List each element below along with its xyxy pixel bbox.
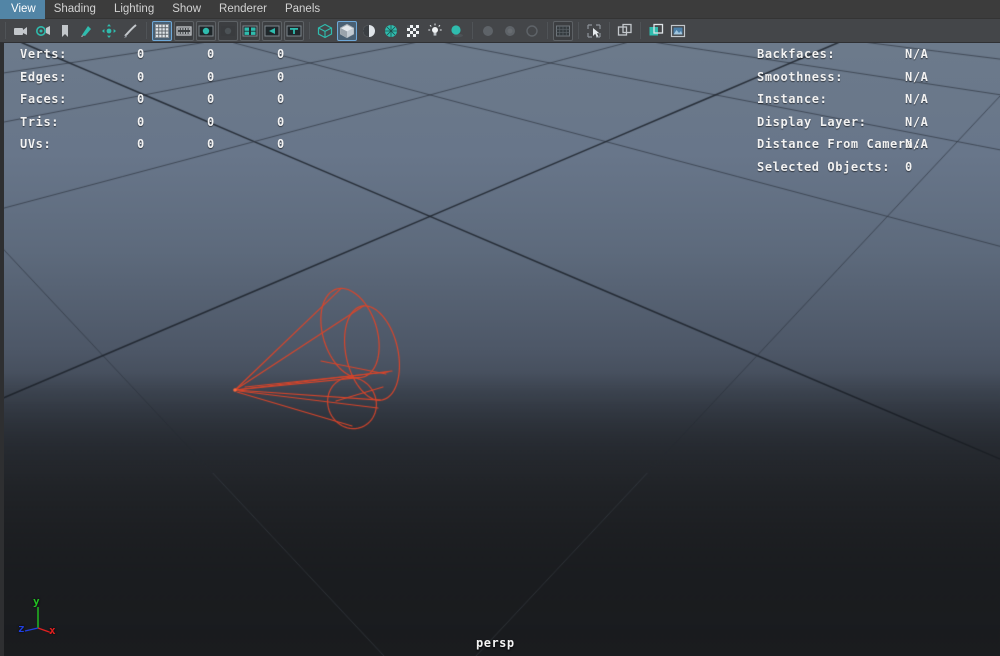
hud-left-value-c2: 0 [207, 92, 215, 106]
isolate-select-icon[interactable] [615, 21, 635, 41]
grid-toggle-icon[interactable] [152, 20, 172, 41]
toolbar-separator [608, 22, 611, 39]
hud-right-label: Instance: [757, 92, 828, 106]
multisample-icon[interactable] [500, 21, 520, 41]
hud-left-value-c1: 0 [137, 114, 145, 129]
shadows-toggle-icon[interactable] [447, 21, 467, 41]
bookmark-icon[interactable] [55, 21, 75, 41]
menu-item-shading[interactable]: Shading [45, 0, 105, 19]
shade-options-icon[interactable] [359, 21, 379, 41]
hud-left-value-c3: 0 [277, 92, 285, 106]
motion-blur-icon[interactable] [478, 21, 498, 41]
viewport-tool-bar [0, 19, 1000, 43]
toolbar-separator [577, 22, 580, 39]
x-ray-toggle-icon[interactable] [584, 21, 604, 41]
axis-gizmo-svg [24, 607, 53, 634]
hud-left-value-c3: 0 [277, 69, 285, 84]
smooth-shade-all-icon[interactable] [337, 20, 357, 41]
menu-item-show[interactable]: Show [163, 0, 210, 19]
oil-paint-icon[interactable] [121, 21, 141, 41]
hud-right-label: Distance From Camera: [757, 137, 922, 151]
menu-item-lighting[interactable]: Lighting [105, 0, 163, 19]
hud-right-value: N/A [905, 47, 929, 61]
hud-left-label: Faces: [20, 92, 67, 106]
hud-right-value: N/A [905, 69, 929, 84]
axis-label-y: y [33, 595, 40, 608]
camera-name-label: persp [476, 636, 515, 650]
two-d-pan-zoom-icon[interactable] [99, 21, 119, 41]
toolbar-separator [546, 22, 549, 39]
isolate-add-icon[interactable] [646, 21, 666, 41]
toolbar-separator [471, 22, 474, 39]
hud-left-value-c1: 0 [137, 69, 145, 84]
ambient-occlusion-icon[interactable] [522, 21, 542, 41]
hud-left-value-c1: 0 [137, 92, 145, 106]
hud-left-label: Tris: [20, 114, 60, 129]
hud-left-label: Edges: [20, 69, 67, 84]
hud-left-value-c3: 0 [277, 137, 285, 151]
axis-label-x: x [49, 624, 56, 637]
hud-right-label: Selected Objects: [757, 159, 891, 174]
hud-right-value: 0 [905, 159, 913, 174]
toolbar-separator [145, 22, 148, 39]
safe-action-icon[interactable] [262, 20, 282, 41]
texture-toggle-icon[interactable] [403, 21, 423, 41]
hud-right-label: Smoothness: [757, 69, 844, 84]
hud-right-value: N/A [905, 92, 929, 106]
hud-left-label: UVs: [20, 137, 52, 151]
toolbar-separator [308, 22, 311, 39]
look-through-camera-icon[interactable] [33, 21, 53, 41]
hud-right-value: N/A [905, 137, 929, 151]
hud-right-value: N/A [905, 114, 929, 129]
hud-left-value-c2: 0 [207, 114, 215, 129]
no-manipulator-icon[interactable] [668, 21, 688, 41]
perspective-viewport[interactable]: Verts: 0 0 0 Edges: 0 0 0 Faces: 0 0 0 Tris: 0 0 0 UVs: 0… [0, 43, 1000, 656]
film-gate-icon[interactable] [174, 20, 194, 41]
hud-left-value-c3: 0 [277, 114, 285, 129]
hud-left-value-c1: 0 [137, 47, 145, 61]
hud-left-value-c3: 0 [277, 47, 285, 61]
axis-orientation-gizmo: y x z [16, 595, 68, 642]
hud-right-label: Backfaces: [757, 47, 836, 61]
menu-item-panels[interactable]: Panels [276, 0, 329, 19]
use-all-lights-icon[interactable] [425, 21, 445, 41]
menu-item-view[interactable]: View [0, 0, 45, 19]
resolution-gate-icon[interactable] [196, 20, 216, 41]
image-plane-icon[interactable] [77, 21, 97, 41]
wireframe-on-shaded-icon[interactable] [381, 21, 401, 41]
toolbar-separator [4, 22, 7, 39]
hud-left-value-c2: 0 [207, 69, 215, 84]
menu-item-renderer[interactable]: Renderer [210, 0, 276, 19]
maya-viewport-window: View Shading Lighting Show Renderer Pane… [0, 0, 1000, 656]
axis-label-z: z [18, 622, 25, 635]
hud-left-value-c2: 0 [207, 137, 215, 151]
hud-left-value-c2: 0 [207, 47, 215, 61]
toolbar-separator [639, 22, 642, 39]
hud-left-value-c1: 0 [137, 137, 145, 151]
gate-mask-icon[interactable] [218, 20, 238, 41]
safe-title-icon[interactable] [284, 20, 304, 41]
viewport-menu-bar: View Shading Lighting Show Renderer Pane… [0, 0, 1000, 19]
viewport-settings-icon[interactable] [553, 20, 573, 41]
hud-right-label: Display Layer: [757, 114, 867, 129]
select-camera-icon[interactable] [11, 21, 31, 41]
field-chart-icon[interactable] [240, 20, 260, 41]
hud-left-label: Verts: [20, 47, 67, 61]
wireframe-shading-icon[interactable] [315, 21, 335, 41]
